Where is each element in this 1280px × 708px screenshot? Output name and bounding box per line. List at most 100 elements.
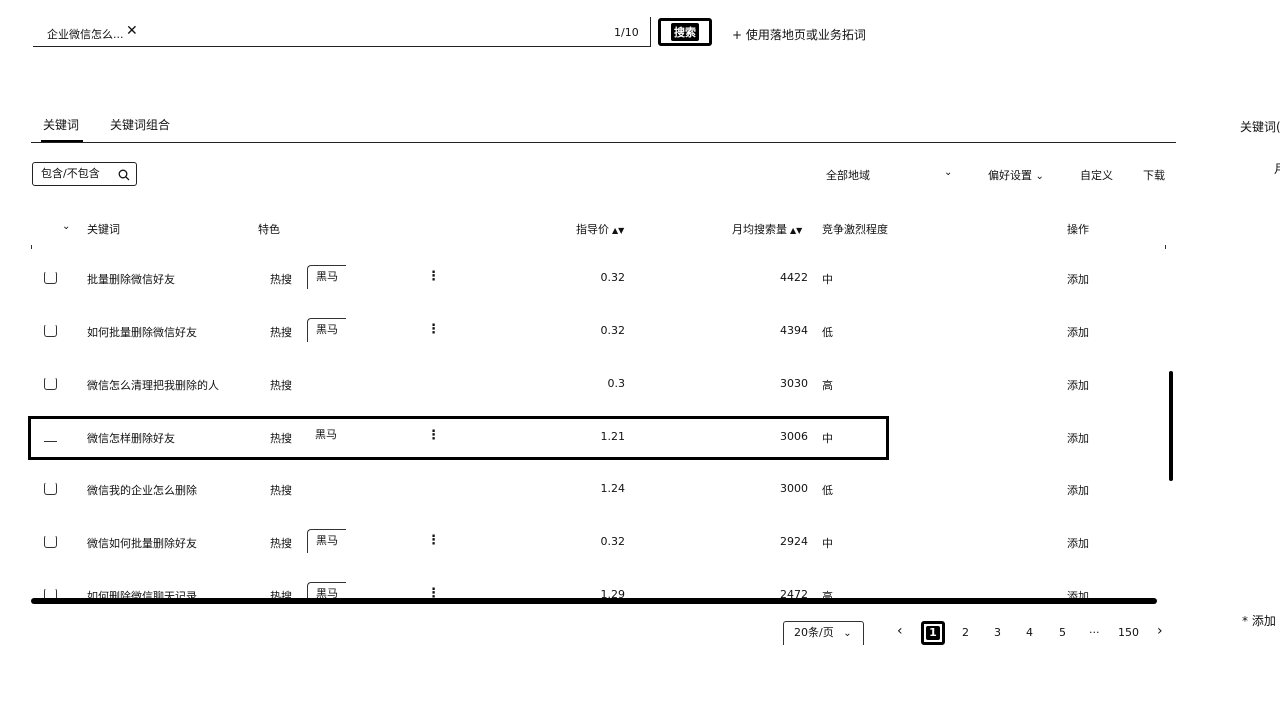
row-hot-label: 热搜: [270, 273, 292, 286]
row-checkbox[interactable]: [44, 324, 57, 337]
more-icon[interactable]: ⋮: [427, 533, 440, 548]
preference-settings[interactable]: 偏好设置 ⌄: [988, 167, 1044, 183]
header-competition: 竞争激烈程度: [822, 223, 888, 236]
horizontal-scrollbar[interactable]: [31, 598, 1157, 604]
sort-icon[interactable]: ▲▼: [790, 226, 802, 235]
row-competition: 中: [822, 273, 833, 286]
add-button[interactable]: 添加: [1067, 482, 1089, 498]
row-checkbox[interactable]: [44, 271, 57, 284]
row-competition: 低: [822, 326, 833, 339]
page-button[interactable]: 5: [1059, 626, 1066, 639]
row-price: 1.29: [600, 588, 626, 598]
row-checkbox[interactable]: [44, 535, 57, 548]
include-exclude-label: 包含/不包含: [41, 167, 100, 180]
row-checkbox[interactable]: [44, 588, 57, 598]
table-row: 如何批量删除微信好友 热搜 黑马 ⋮ 0.32 4394 低 添加: [31, 313, 1176, 347]
page-size-select[interactable]: 20条/页 ⌄: [783, 621, 864, 645]
add-button[interactable]: 添加: [1067, 377, 1089, 393]
page-button[interactable]: 2: [962, 626, 969, 639]
row-volume: 4394: [780, 324, 808, 337]
row-volume: 3000: [780, 482, 808, 495]
tab-keyword-combos[interactable]: 关键词组合: [110, 116, 170, 133]
header-keyword: 关键词: [87, 223, 120, 236]
row-tag-badge: 黑马: [315, 428, 337, 441]
row-keyword: 批量删除微信好友: [87, 273, 175, 286]
custom-button[interactable]: 自定义: [1080, 167, 1113, 183]
header-volume-label: 月均搜索量: [732, 223, 787, 236]
row-hot-label: 热搜: [270, 432, 292, 445]
row-competition: 中: [822, 432, 833, 445]
header-feature: 特色: [258, 223, 280, 236]
row-price: 1.21: [600, 430, 626, 443]
close-icon[interactable]: ✕: [126, 23, 138, 39]
page-button[interactable]: 4: [1026, 626, 1033, 639]
search-icon[interactable]: [118, 163, 130, 185]
side-add-button[interactable]: * 添加: [1242, 612, 1276, 629]
row-keyword: 如何批量删除微信好友: [87, 326, 197, 339]
chevron-down-icon: ⌄: [843, 628, 852, 639]
row-volume: 3030: [780, 377, 808, 390]
search-count: 1/10: [614, 26, 639, 39]
row-tag-badge: 黑马: [307, 318, 346, 342]
sort-icon[interactable]: ▲▼: [612, 226, 624, 235]
chevron-down-icon[interactable]: ⌄: [944, 167, 952, 178]
expand-keywords-link[interactable]: + 使用落地页或业务拓词: [732, 26, 866, 43]
table-border-left: [31, 245, 32, 249]
header-volume[interactable]: 月均搜索量 ▲▼: [732, 221, 802, 237]
table-row: 微信如何批量删除好友 热搜 黑马 ⋮ 0.32 2924 中 添加: [31, 524, 1176, 558]
add-button[interactable]: 添加: [1067, 430, 1089, 446]
row-hot-label: 热搜: [270, 326, 292, 339]
page-button[interactable]: 150: [1118, 626, 1139, 639]
include-exclude-filter[interactable]: 包含/不包含: [32, 162, 137, 186]
more-icon[interactable]: ⋮: [427, 322, 440, 337]
row-price: 0.3: [607, 377, 626, 390]
add-button[interactable]: 添加: [1067, 588, 1089, 598]
table-row: 微信我的企业怎么删除 热搜 1.24 3000 低 添加: [31, 471, 1176, 505]
row-tag-badge: 黑马: [307, 265, 346, 289]
more-icon[interactable]: ⋮: [427, 586, 440, 598]
add-button[interactable]: 添加: [1067, 324, 1089, 340]
row-keyword: 微信如何批量删除好友: [87, 537, 197, 550]
row-checkbox[interactable]: [44, 430, 57, 442]
expand-all-chevron-icon[interactable]: ⌄: [62, 221, 70, 232]
row-checkbox[interactable]: [44, 377, 57, 390]
region-select[interactable]: 全部地域: [826, 167, 870, 183]
row-tag-badge: 黑马: [307, 582, 346, 598]
add-button[interactable]: 添加: [1067, 271, 1089, 287]
row-price: 0.32: [600, 271, 626, 284]
next-page-button[interactable]: ›: [1157, 623, 1163, 639]
row-keyword: 微信怎么清理把我删除的人: [87, 379, 219, 392]
table-row: 微信怎么清理把我删除的人 热搜 0.3 3030 高 添加: [31, 366, 1176, 400]
row-keyword: 微信我的企业怎么删除: [87, 484, 197, 497]
row-competition: 中: [822, 537, 833, 550]
page-ellipsis[interactable]: ···: [1089, 626, 1100, 639]
row-checkbox[interactable]: [44, 482, 57, 495]
search-button[interactable]: 搜索: [658, 18, 712, 46]
row-volume: 2924: [780, 535, 808, 548]
tab-keywords[interactable]: 关键词: [43, 116, 79, 133]
page-button[interactable]: 3: [994, 626, 1001, 639]
add-button[interactable]: 添加: [1067, 535, 1089, 551]
row-hot-label: 热搜: [270, 537, 292, 550]
search-tag: 企业微信怎么...: [47, 28, 124, 41]
row-keyword: 微信怎样删除好友: [87, 432, 175, 445]
more-icon[interactable]: ⋮: [427, 269, 440, 284]
prev-page-button[interactable]: ‹: [897, 623, 903, 639]
vertical-scrollbar[interactable]: [1169, 371, 1173, 481]
row-hot-label: 热搜: [270, 484, 292, 497]
page-current-label: 1: [926, 626, 940, 640]
row-price: 0.32: [600, 324, 626, 337]
header-price[interactable]: 指导价 ▲▼: [576, 221, 624, 237]
row-competition: 高: [822, 379, 833, 392]
header-price-label: 指导价: [576, 223, 609, 236]
more-icon[interactable]: ⋮: [427, 428, 440, 443]
row-hot-label: 热搜: [270, 590, 292, 598]
row-hot-label: 热搜: [270, 379, 292, 392]
page-current-button[interactable]: 1: [921, 621, 945, 645]
download-button[interactable]: 下载: [1143, 167, 1165, 183]
region-label: 全部地域: [826, 169, 870, 182]
row-volume: 3006: [780, 430, 808, 443]
row-price: 0.32: [600, 535, 626, 548]
preference-label: 偏好设置: [988, 169, 1032, 182]
page-size-label: 20条/页: [794, 626, 834, 639]
